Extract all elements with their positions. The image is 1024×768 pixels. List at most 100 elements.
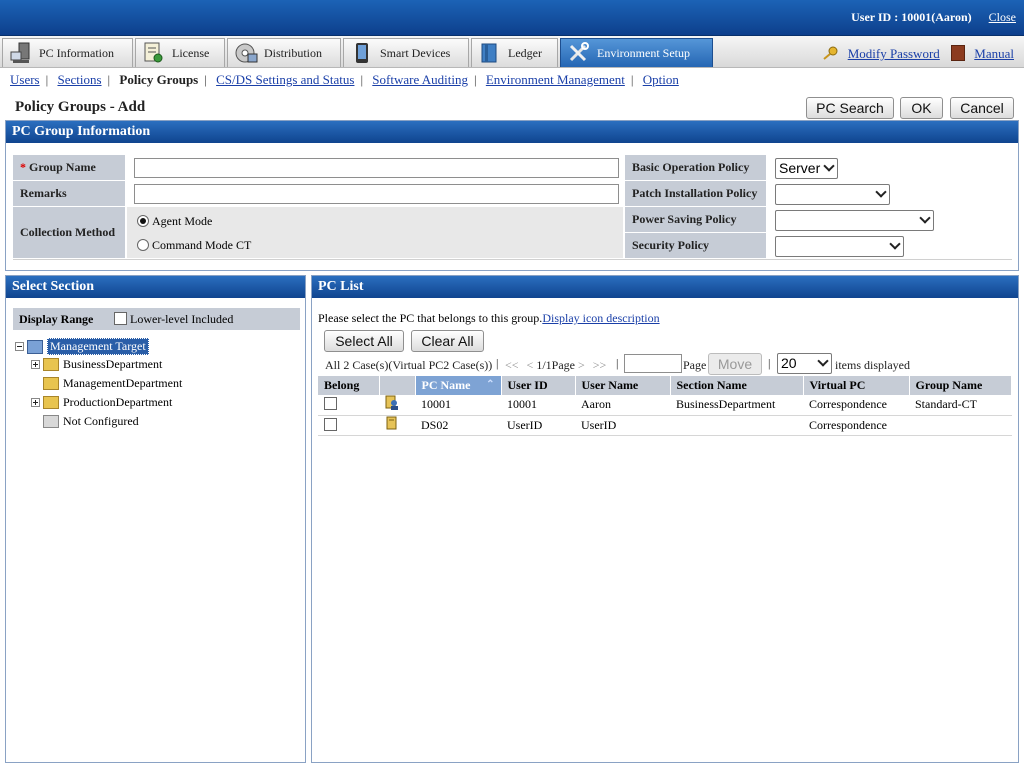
- folder-icon: [43, 358, 59, 371]
- page-info: 1/1Page: [536, 358, 575, 372]
- items-per-page-value: 20: [781, 355, 797, 371]
- submenu-cs-ds-settings[interactable]: CS/DS Settings and Status: [216, 72, 354, 87]
- tree-node-management-department[interactable]: ManagementDepartment: [43, 376, 182, 391]
- unassigned-folder-icon: [43, 415, 59, 428]
- tab-distribution[interactable]: Distribution: [227, 38, 341, 67]
- organization-icon: [27, 339, 43, 354]
- items-displayed-label: items displayed: [835, 358, 910, 372]
- basic-operation-policy-value: Server: [779, 160, 821, 176]
- select-section-panel: Select Section Display Range Lower-level…: [5, 275, 306, 763]
- first-page-link[interactable]: <<: [505, 358, 519, 372]
- page-label: Page: [683, 358, 707, 372]
- basic-operation-policy-select[interactable]: Server: [775, 158, 838, 179]
- tab-environment-setup[interactable]: Environment Setup: [560, 38, 713, 67]
- page-title: Policy Groups - Add: [15, 99, 146, 115]
- separator: |: [107, 72, 111, 87]
- tab-label: Ledger: [508, 45, 542, 60]
- ok-button[interactable]: OK: [900, 97, 943, 119]
- table-row[interactable]: 10001 10001 Aaron BusinessDepartment Cor…: [318, 395, 1012, 416]
- security-policy-select[interactable]: [775, 236, 904, 257]
- command-mode-ct-radio[interactable]: Command Mode CT: [137, 238, 251, 253]
- separator: |: [360, 72, 364, 87]
- submenu-sections[interactable]: Sections: [57, 72, 101, 87]
- ledger-icon: [478, 42, 502, 64]
- tab-label: Distribution: [264, 45, 323, 60]
- manual-link[interactable]: Manual: [974, 46, 1014, 61]
- tree-node-not-configured[interactable]: Not Configured: [43, 414, 139, 429]
- belong-checkbox[interactable]: [324, 417, 337, 431]
- expand-icon[interactable]: [31, 360, 40, 369]
- pc-list-header: PC List: [312, 276, 1018, 298]
- tree-node-production-department[interactable]: ProductionDepartment: [31, 395, 172, 410]
- command-mode-ct-label: Command Mode CT: [152, 238, 252, 252]
- power-saving-policy-label: Power Saving Policy: [625, 207, 766, 232]
- remarks-input[interactable]: [134, 184, 619, 204]
- column-virtual-pc[interactable]: Virtual PC: [803, 376, 910, 395]
- tree-root-management-target[interactable]: Management Target: [15, 338, 149, 355]
- cancel-button[interactable]: Cancel: [950, 97, 1014, 119]
- items-per-page-select[interactable]: 20: [777, 353, 832, 374]
- submenu-option[interactable]: Option: [643, 72, 679, 87]
- column-pc-name[interactable]: PC Name ⌃: [415, 376, 502, 395]
- user-name-cell: UserID: [575, 415, 670, 436]
- power-saving-policy-select[interactable]: [775, 210, 934, 231]
- page-number-input[interactable]: [624, 354, 682, 373]
- submenu-software-auditing[interactable]: Software Auditing: [372, 72, 468, 87]
- patch-installation-policy-select[interactable]: [775, 184, 890, 205]
- select-all-button[interactable]: Select All: [324, 330, 404, 352]
- divider: [13, 259, 1012, 260]
- belong-checkbox[interactable]: [324, 397, 337, 411]
- expand-icon[interactable]: [31, 398, 40, 407]
- belong-cell: [318, 415, 379, 436]
- last-page-link[interactable]: >>: [593, 358, 607, 372]
- pc-icon-cell: [379, 415, 415, 436]
- table-row[interactable]: DS02 UserID UserID Correspondence: [318, 415, 1012, 436]
- display-range-bar: Display Range Lower-level Included: [13, 308, 300, 330]
- lower-level-included-checkbox[interactable]: Lower-level Included: [114, 308, 233, 330]
- next-page-link[interactable]: >: [578, 358, 585, 372]
- tree-node-label: ManagementDepartment: [63, 376, 183, 390]
- tree-node-label: Not Configured: [63, 414, 139, 428]
- submenu-users[interactable]: Users: [10, 72, 40, 87]
- column-user-id[interactable]: User ID: [501, 376, 576, 395]
- column-group-name[interactable]: Group Name: [909, 376, 1012, 395]
- pc-group-information-header: PC Group Information: [6, 121, 1018, 143]
- lower-level-included-label: Lower-level Included: [130, 312, 234, 326]
- collapse-icon[interactable]: [15, 342, 24, 351]
- folder-icon: [43, 396, 59, 409]
- user-id-cell: UserID: [501, 415, 575, 436]
- smart-device-icon: [350, 42, 374, 64]
- tab-ledger[interactable]: Ledger: [471, 38, 558, 67]
- tab-license[interactable]: License: [135, 38, 225, 67]
- patch-installation-policy-label: Patch Installation Policy: [625, 181, 766, 206]
- submenu-environment-management[interactable]: Environment Management: [486, 72, 625, 87]
- pc-name-cell: 10001: [415, 395, 501, 416]
- pc-icon: [9, 42, 33, 64]
- tree-node-label: ProductionDepartment: [63, 395, 173, 409]
- pager-separator: |: [768, 356, 771, 370]
- column-section-name[interactable]: Section Name: [670, 376, 804, 395]
- clear-all-button[interactable]: Clear All: [411, 330, 484, 352]
- column-user-name[interactable]: User Name: [575, 376, 671, 395]
- tree-node-business-department[interactable]: BusinessDepartment: [31, 357, 162, 372]
- section-name-cell: BusinessDepartment: [670, 395, 803, 416]
- column-belong[interactable]: Belong: [318, 376, 380, 395]
- display-icon-description-link[interactable]: Display icon description: [542, 311, 659, 325]
- sub-menu: Users | Sections | Policy Groups | CS/DS Se…: [0, 68, 1024, 92]
- pc-search-button[interactable]: PC Search: [806, 97, 894, 119]
- column-label: PC Name: [421, 378, 471, 392]
- separator: |: [473, 72, 477, 87]
- virtual-pc-cell: Correspondence: [803, 395, 909, 416]
- pager-nav: << < 1/1Page > >>: [505, 358, 606, 373]
- move-button[interactable]: Move: [708, 353, 762, 375]
- modify-password-link[interactable]: Modify Password: [848, 46, 940, 61]
- pc-list-instruction: Please select the PC that belongs to thi…: [318, 311, 660, 326]
- tab-pc-information[interactable]: PC Information: [2, 38, 133, 67]
- manual-book-icon: [951, 45, 966, 61]
- agent-mode-radio[interactable]: Agent Mode: [137, 214, 212, 229]
- tab-smart-devices[interactable]: Smart Devices: [343, 38, 469, 67]
- prev-page-link[interactable]: <: [527, 358, 534, 372]
- close-link[interactable]: Close: [989, 10, 1016, 24]
- group-name-input[interactable]: [134, 158, 619, 178]
- tab-label: PC Information: [39, 45, 114, 60]
